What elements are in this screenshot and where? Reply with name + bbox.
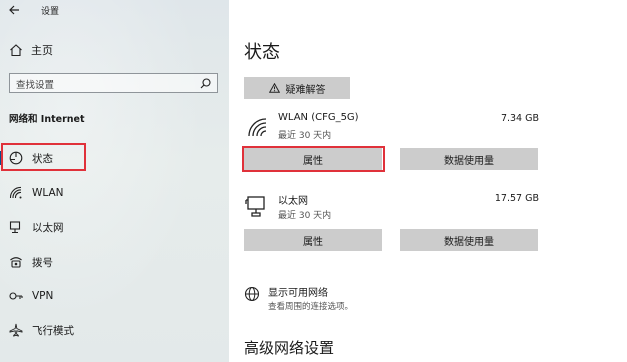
network-usage: 17.57 GB	[494, 193, 539, 204]
sidebar-item-ethernet[interactable]: 以太网	[9, 217, 64, 237]
wifi-icon	[9, 186, 23, 200]
ethernet-icon	[245, 196, 265, 217]
sidebar-item-label: WLAN	[32, 187, 64, 199]
page-title: 状态	[244, 42, 280, 63]
wifi-icon	[248, 118, 267, 137]
search-input[interactable]: 查找设置	[9, 73, 218, 93]
sidebar-item-wlan[interactable]: WLAN	[9, 183, 64, 203]
sidebar-item-label: 拨号	[32, 256, 53, 269]
back-arrow-icon	[9, 5, 19, 15]
app-title: 设置	[41, 7, 60, 17]
data-usage-label: 数据使用量	[444, 155, 494, 167]
main-panel: 状态 疑难解答 WLAN (CFG_5G) 最近 30 天内 7.34 GB 属…	[229, 0, 627, 362]
ethernet-icon	[9, 220, 23, 234]
home-label: 主页	[31, 44, 53, 57]
network-period: 最近 30 天内	[278, 211, 332, 221]
vpn-icon	[9, 289, 23, 303]
properties-label: 属性	[303, 236, 323, 248]
sidebar-item-vpn[interactable]: VPN	[9, 286, 53, 306]
network-usage: 7.34 GB	[500, 113, 539, 124]
ethernet-properties-button[interactable]: 属性	[244, 229, 382, 251]
wlan-data-usage-button[interactable]: 数据使用量	[400, 148, 538, 170]
data-usage-label: 数据使用量	[444, 236, 494, 248]
highlight-box	[1, 143, 86, 171]
show-networks-title: 显示可用网络	[268, 288, 328, 299]
section-title: 网络和 Internet	[9, 114, 85, 125]
sidebar-item-airplane[interactable]: 飞行模式	[9, 320, 74, 340]
airplane-icon	[9, 323, 23, 337]
dialup-icon	[9, 255, 23, 269]
network-period: 最近 30 天内	[278, 131, 332, 141]
sidebar-home[interactable]: 主页	[9, 41, 53, 59]
search-placeholder: 查找设置	[16, 80, 55, 91]
warning-icon	[268, 83, 280, 93]
advanced-settings-heading: 高级网络设置	[244, 339, 335, 357]
highlight-box	[242, 146, 385, 172]
troubleshoot-label: 疑难解答	[285, 84, 326, 96]
troubleshoot-button[interactable]: 疑难解答	[244, 77, 350, 99]
sidebar: 设置 主页 查找设置 网络和 Internet 状态 WLAN 以太网 拨号 V…	[0, 0, 229, 362]
ethernet-data-usage-button[interactable]: 数据使用量	[400, 229, 538, 251]
sidebar-item-dialup[interactable]: 拨号	[9, 252, 53, 272]
search-icon	[200, 78, 211, 89]
globe-icon	[244, 286, 260, 302]
network-name: 以太网	[278, 196, 308, 207]
sidebar-item-label: 飞行模式	[32, 324, 74, 337]
home-icon	[9, 43, 23, 57]
show-networks-subtitle: 查看周围的连接选项。	[268, 302, 354, 312]
sidebar-item-label: VPN	[32, 290, 54, 302]
network-name: WLAN (CFG_5G)	[278, 112, 359, 123]
sidebar-item-label: 以太网	[32, 221, 64, 234]
back-button[interactable]	[6, 2, 22, 18]
